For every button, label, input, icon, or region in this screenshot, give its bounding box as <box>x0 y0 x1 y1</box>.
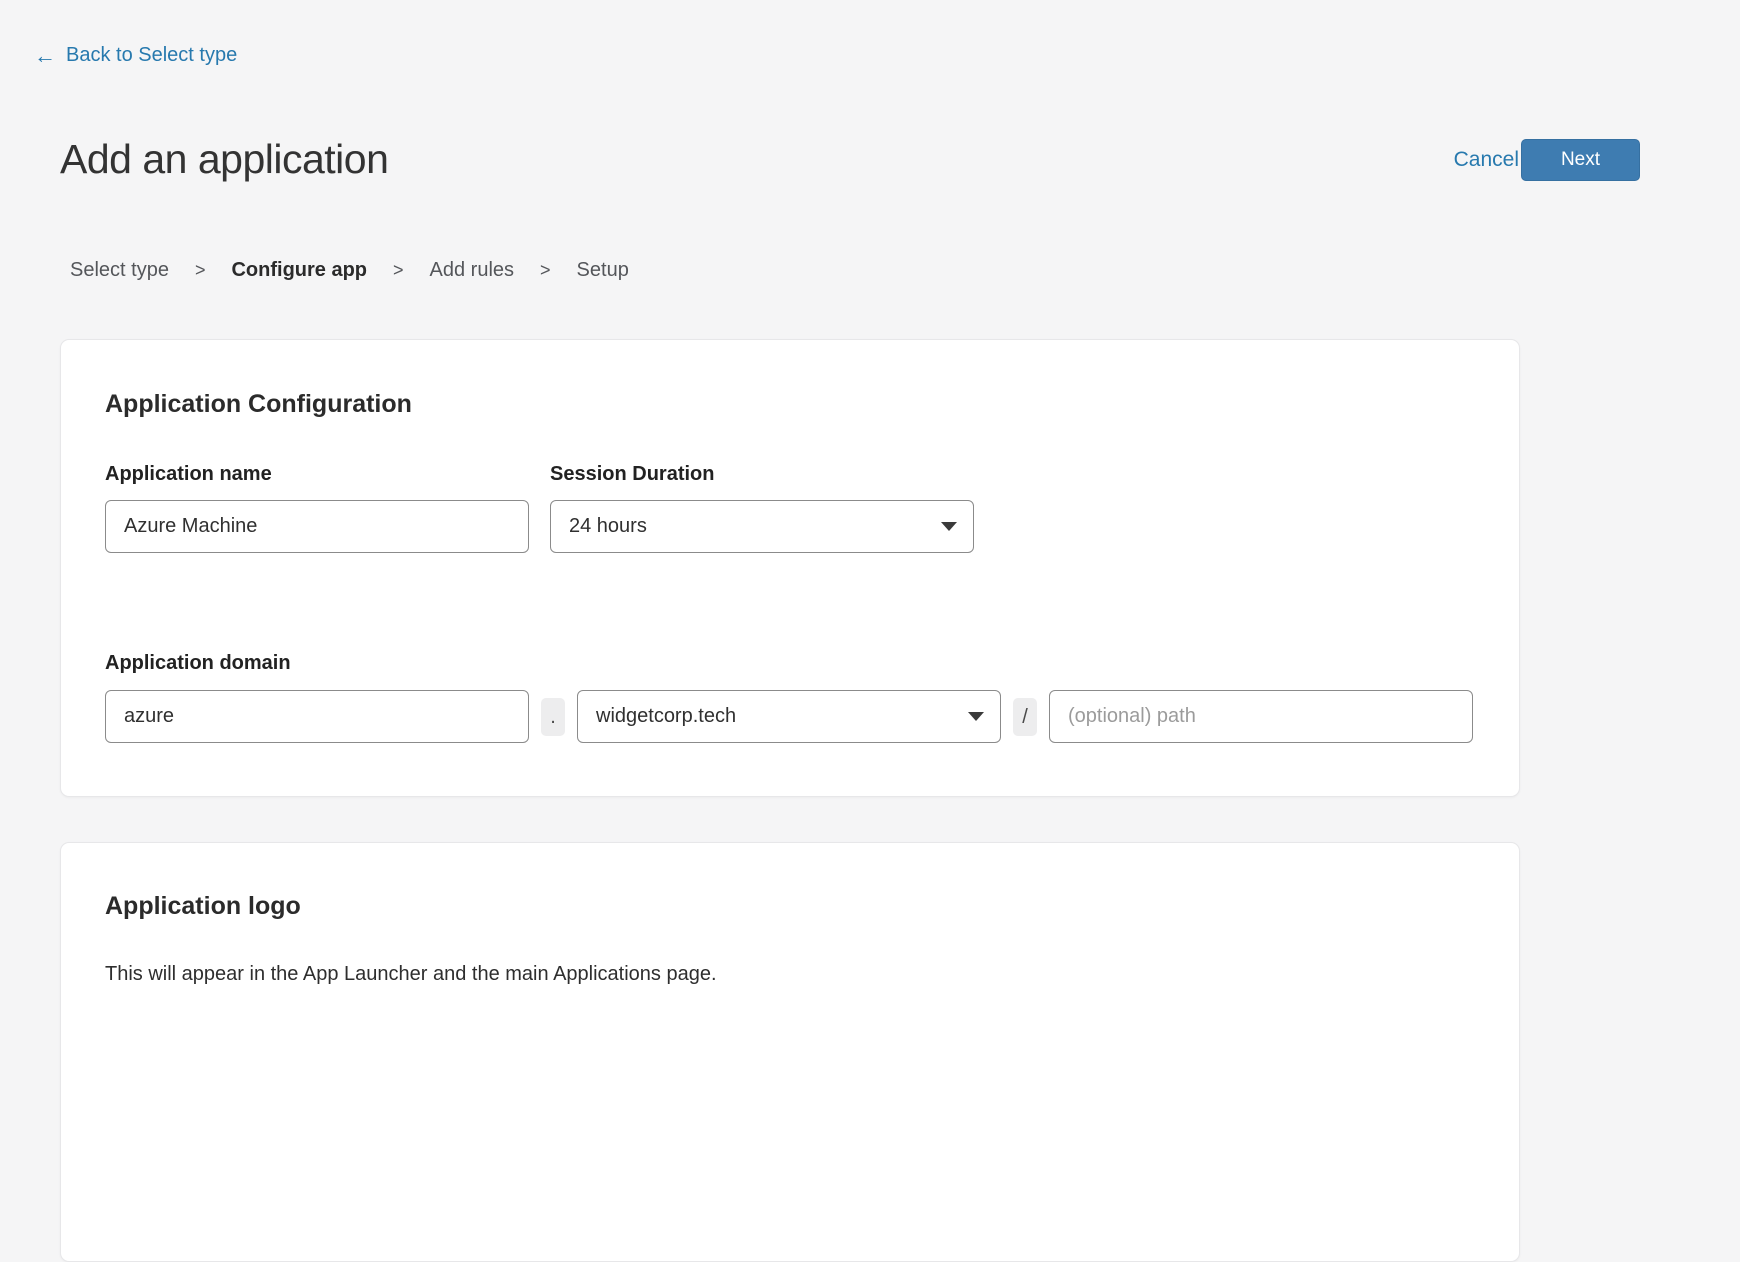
session-duration-label: Session Duration <box>550 463 714 486</box>
application-name-input[interactable] <box>105 500 529 553</box>
step-setup[interactable]: Setup <box>577 259 629 282</box>
application-domain-label: Application domain <box>105 652 291 675</box>
cancel-button[interactable]: Cancel <box>1454 148 1519 172</box>
domain-select[interactable]: widgetcorp.tech <box>577 690 1001 743</box>
page-title: Add an application <box>60 136 388 183</box>
back-arrow-icon: ← <box>34 45 56 67</box>
step-select-type[interactable]: Select type <box>70 259 169 282</box>
step-configure-app[interactable]: Configure app <box>231 259 367 282</box>
breadcrumb-stepper: Select type > Configure app > Add rules … <box>70 259 629 282</box>
application-configuration-card: Application Configuration Application na… <box>60 339 1520 797</box>
back-link-label: Back to Select type <box>66 44 237 67</box>
step-separator: > <box>195 260 206 281</box>
domain-slash-separator: / <box>1013 698 1037 736</box>
application-logo-title: Application logo <box>105 892 301 921</box>
next-button[interactable]: Next <box>1521 139 1640 181</box>
session-duration-value: 24 hours <box>569 515 647 538</box>
chevron-down-icon <box>941 522 957 531</box>
chevron-down-icon <box>968 712 984 721</box>
back-link[interactable]: ← Back to Select type <box>34 44 237 67</box>
subdomain-input[interactable] <box>105 690 529 743</box>
application-logo-card: Application logo This will appear in the… <box>60 842 1520 1262</box>
step-add-rules[interactable]: Add rules <box>430 259 515 282</box>
domain-dot-separator: . <box>541 698 565 736</box>
step-separator: > <box>393 260 404 281</box>
session-duration-select[interactable]: 24 hours <box>550 500 974 553</box>
step-separator: > <box>540 260 551 281</box>
domain-value: widgetcorp.tech <box>596 705 736 728</box>
application-name-label: Application name <box>105 463 272 486</box>
application-logo-description: This will appear in the App Launcher and… <box>105 963 717 986</box>
path-input[interactable] <box>1049 690 1473 743</box>
application-configuration-title: Application Configuration <box>105 390 412 419</box>
